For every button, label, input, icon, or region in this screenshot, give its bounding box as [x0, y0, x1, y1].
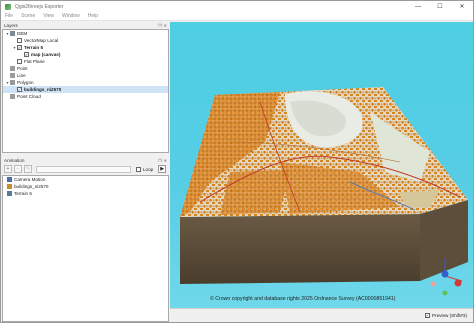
layers-panel-header: Layers ❐ ✕ [2, 22, 169, 29]
layer-label: DEM [17, 31, 28, 36]
maximize-button[interactable]: ☐ [429, 1, 451, 12]
terrain-front-face [180, 214, 420, 284]
animation-item[interactable]: Camera Motion [3, 176, 168, 183]
animation-item-label: Camera Motion [14, 177, 46, 182]
layer-checkbox[interactable]: ✓ [24, 52, 29, 57]
float-panel-icon[interactable]: ❐ [158, 23, 162, 28]
layer-item[interactable]: ✓ buildings_ni2570 [3, 86, 168, 93]
layer-checkbox[interactable]: ✓ [17, 45, 22, 50]
remove-keyframe-button[interactable]: − [14, 165, 22, 173]
animation-item-label: buildings_ni2570 [14, 184, 49, 189]
preview-label: Preview (Shift#3) [432, 313, 467, 318]
loop-label: Loop [143, 166, 154, 172]
layer-icon [7, 184, 12, 189]
layer-label: Point Cloud [17, 94, 41, 99]
layer-label: Line [17, 73, 26, 78]
title-bar: Qgis2threejs Exporter — ☐ ✕ [1, 1, 473, 12]
gizmo-y-handle[interactable] [442, 290, 448, 296]
float-panel-icon[interactable]: ❐ [158, 158, 162, 163]
animation-panel-header: Animation ❐ ✕ [2, 157, 169, 164]
layer-label: buildings_ni2570 [24, 87, 62, 92]
timeline-field[interactable] [36, 165, 131, 173]
gizmo-z-handle[interactable] [441, 270, 449, 278]
play-button[interactable]: ▶ [158, 165, 167, 173]
animation-panel-controls: ❐ ✕ [158, 158, 167, 163]
layer-item[interactable]: ▾ Polygon [3, 79, 168, 86]
minimize-button[interactable]: — [407, 1, 429, 12]
layer-item[interactable]: Line [3, 72, 168, 79]
app-window: Qgis2threejs Exporter — ☐ ✕ File Scene V… [0, 0, 474, 323]
menu-window[interactable]: Window [58, 13, 84, 19]
menu-view[interactable]: View [39, 13, 58, 19]
layer-label: VectorMap Local [24, 38, 59, 43]
animation-toolbar: + − ✎ Loop ▶ [2, 164, 169, 174]
loop-toggle[interactable]: Loop [136, 166, 154, 172]
status-bar: ✓ Preview (Shift#3) [170, 309, 473, 322]
layers-tree[interactable]: ▾ DEM VectorMap Local ▾ ✓ Terrain 5 ✓ map (canv… [2, 29, 169, 153]
animation-item-label: Terrain 5 [14, 191, 32, 196]
layer-item[interactable]: Flat Plane [3, 58, 168, 65]
left-dock: Layers ❐ ✕ ▾ DEM VectorMap Local ▾ ✓ Terrain … [2, 22, 169, 322]
preview-checkbox[interactable]: ✓ [425, 313, 431, 318]
window-title: Qgis2threejs Exporter [15, 3, 64, 10]
layer-label: Polygon [17, 80, 34, 85]
layers-panel-title: Layers [4, 23, 18, 28]
animation-item[interactable]: Terrain 5 [3, 190, 168, 197]
close-panel-icon[interactable]: ✕ [164, 158, 167, 163]
terrain-scene [180, 87, 468, 296]
layer-item[interactable]: ✓ map (canvas) [3, 51, 168, 58]
point-group-icon [10, 66, 15, 71]
3d-preview-viewport[interactable] [170, 22, 473, 308]
camera-icon [7, 177, 12, 182]
terrain-side-face [420, 200, 468, 281]
loop-checkbox[interactable] [136, 166, 141, 172]
urban-area-southwest [220, 170, 290, 215]
layer-item[interactable]: ▾ DEM [3, 30, 168, 37]
dem-group-icon [10, 31, 15, 36]
gizmo-neg-x-handle[interactable] [430, 281, 436, 287]
menu-bar: File Scene View Window Help [1, 12, 473, 21]
layer-item[interactable]: Point Cloud [3, 93, 168, 100]
layer-label: Flat Plane [24, 59, 45, 64]
layer-item[interactable]: VectorMap Local [3, 37, 168, 44]
gizmo-x-handle[interactable] [454, 279, 462, 287]
add-keyframe-button[interactable]: + [4, 165, 12, 173]
polygon-group-icon [10, 80, 15, 85]
menu-file[interactable]: File [1, 13, 17, 19]
layer-item[interactable]: Point [3, 65, 168, 72]
line-group-icon [10, 73, 15, 78]
layer-checkbox[interactable] [17, 38, 22, 43]
layer-item[interactable]: ▾ ✓ Terrain 5 [3, 44, 168, 51]
close-button[interactable]: ✕ [451, 1, 473, 12]
animation-panel-title: Animation [4, 158, 25, 163]
animation-item[interactable]: buildings_ni2570 [3, 183, 168, 190]
pointcloud-group-icon [10, 94, 15, 99]
window-controls: — ☐ ✕ [407, 1, 473, 12]
edit-keyframe-button[interactable]: ✎ [24, 165, 32, 173]
layer-checkbox[interactable]: ✓ [17, 87, 22, 92]
app-icon [5, 3, 11, 10]
dem-icon [7, 191, 12, 196]
menu-help[interactable]: Help [84, 13, 102, 19]
animation-tree[interactable]: Camera Motion buildings_ni2570 Terrain 5 [2, 175, 169, 322]
layers-panel-controls: ❐ ✕ [158, 23, 167, 28]
menu-scene[interactable]: Scene [17, 13, 39, 19]
close-panel-icon[interactable]: ✕ [164, 23, 167, 28]
layer-label: Terrain 5 [24, 45, 44, 50]
layer-label: Point [17, 66, 28, 71]
layer-checkbox[interactable] [17, 59, 22, 64]
map-attribution: © Crown copyright and database rights 20… [210, 296, 396, 302]
layer-label: map (canvas) [31, 52, 61, 57]
